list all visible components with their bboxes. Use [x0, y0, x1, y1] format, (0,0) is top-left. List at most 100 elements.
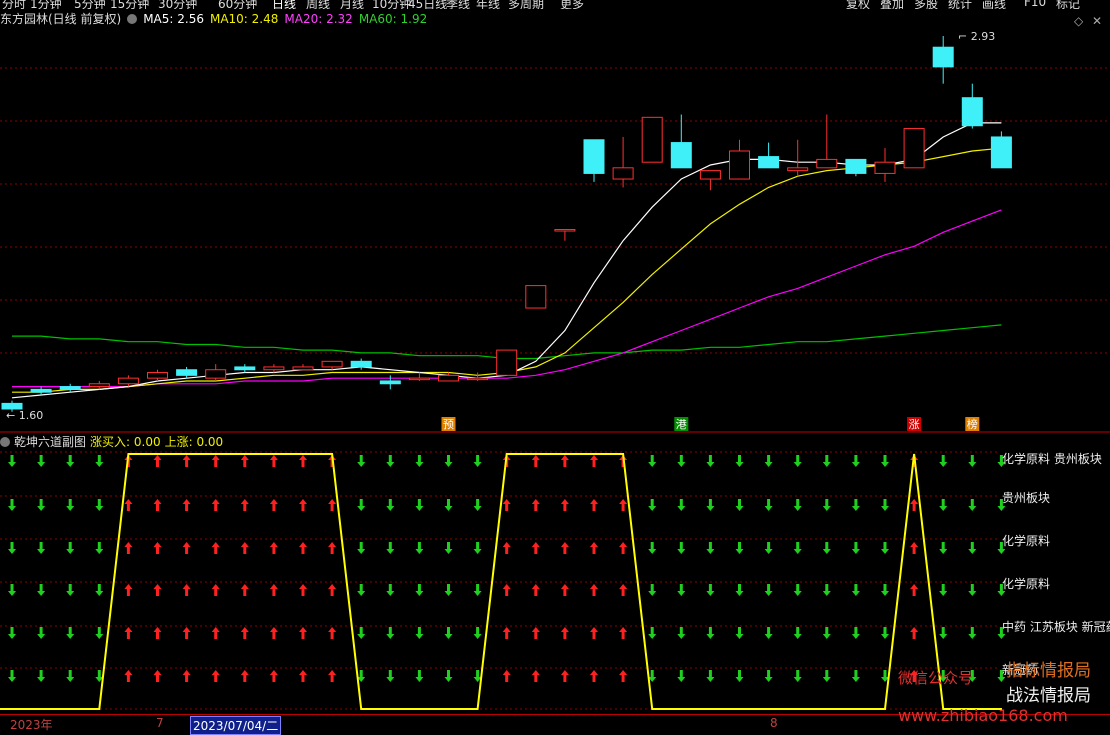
event-marker-label: 预: [443, 418, 454, 431]
down-arrow-icon: [793, 670, 802, 682]
period-tab[interactable]: 周线: [306, 0, 330, 9]
up-arrow-icon: [560, 499, 569, 511]
down-arrow-icon: [793, 542, 802, 554]
up-arrow-icon: [328, 670, 337, 682]
period-tab[interactable]: 年线: [476, 0, 500, 9]
down-arrow-icon: [648, 542, 657, 554]
down-arrow-icon: [793, 455, 802, 467]
candle: [59, 383, 81, 393]
up-arrow-icon: [502, 499, 511, 511]
up-arrow-icon: [211, 455, 220, 467]
candle-body: [729, 150, 750, 180]
period-tab[interactable]: 分时: [2, 0, 26, 9]
up-arrow-icon: [502, 627, 511, 639]
settings-circle-icon[interactable]: [127, 14, 138, 24]
up-arrow-icon: [153, 455, 162, 467]
period-tab[interactable]: 多周期: [508, 0, 544, 9]
candle: [292, 364, 314, 371]
down-arrow-icon: [735, 627, 744, 639]
up-arrow-icon: [910, 584, 919, 596]
down-arrow-icon: [677, 499, 686, 511]
candle: [816, 114, 838, 169]
candle: [379, 375, 401, 390]
down-arrow-icon: [415, 670, 424, 682]
candle-body: [699, 170, 721, 180]
candle: [438, 372, 459, 382]
down-arrow-icon: [8, 627, 16, 639]
event-marker-label: 港: [676, 418, 687, 431]
up-arrow-icon: [531, 542, 540, 554]
candle-body: [990, 136, 1012, 169]
sector-label: 化学原料 贵州板块: [1002, 452, 1102, 466]
toolbar-button[interactable]: 统计: [948, 0, 972, 9]
down-arrow-icon: [444, 542, 453, 554]
period-tab[interactable]: 10分钟: [372, 0, 411, 9]
toolbar-button[interactable]: 叠加: [880, 0, 904, 9]
stock-name[interactable]: 东方园林(日线 前复权): [0, 12, 121, 26]
up-arrow-icon: [211, 670, 220, 682]
period-tab[interactable]: 日线: [272, 0, 296, 9]
down-arrow-icon: [66, 455, 75, 467]
up-arrow-icon: [328, 627, 337, 639]
period-tab[interactable]: 更多: [560, 0, 584, 9]
watermark-wechat: 微信公众号: [898, 669, 974, 687]
up-arrow-icon: [182, 670, 191, 682]
period-tab[interactable]: 1分钟: [30, 0, 62, 9]
chart-canvas[interactable]: 预 港 涨 榜 ⌐ 2.93 ← 1.60: [0, 0, 1110, 731]
period-tab[interactable]: 30分钟: [158, 0, 197, 9]
down-arrow-icon: [822, 627, 831, 639]
up-arrow-icon: [299, 627, 307, 639]
month-7-label: 7: [156, 716, 164, 730]
period-tab[interactable]: 60分钟: [218, 0, 257, 9]
candle-body: [903, 128, 925, 169]
down-arrow-icon: [8, 542, 16, 554]
down-arrow-icon: [677, 584, 686, 596]
down-arrow-icon: [706, 584, 715, 596]
down-arrow-icon: [415, 542, 424, 554]
down-arrow-icon: [939, 584, 948, 596]
period-tab[interactable]: 45日线: [408, 0, 447, 9]
sub-chart-title[interactable]: 乾坤六道副图: [14, 435, 86, 449]
event-marker-label: 涨: [909, 418, 920, 431]
down-arrow-icon: [37, 584, 46, 596]
down-arrow-icon: [95, 499, 104, 511]
down-arrow-icon: [357, 499, 366, 511]
toolbar-button[interactable]: F10: [1024, 0, 1046, 9]
candle: [467, 372, 489, 381]
down-arrow-icon: [648, 499, 657, 511]
candle: [758, 142, 780, 169]
close-icon[interactable]: ✕: [1092, 14, 1102, 28]
settings-circle-icon[interactable]: [0, 437, 10, 447]
up-arrow-icon: [153, 499, 162, 511]
diamond-icon[interactable]: ◇: [1074, 14, 1083, 28]
down-arrow-icon: [735, 670, 744, 682]
down-arrow-icon: [648, 627, 657, 639]
down-arrow-icon: [677, 627, 686, 639]
up-arrow-icon: [531, 627, 540, 639]
down-arrow-icon: [386, 455, 395, 467]
down-arrow-icon: [851, 499, 860, 511]
up-arrow-icon: [182, 499, 191, 511]
period-tab[interactable]: 5分钟: [74, 0, 106, 9]
up-arrow-icon: [269, 542, 278, 554]
down-arrow-icon: [735, 542, 744, 554]
candle-body: [292, 366, 314, 371]
down-arrow-icon: [95, 584, 104, 596]
toolbar-button[interactable]: 多股: [914, 0, 938, 9]
period-tab[interactable]: 季线: [446, 0, 470, 9]
period-tab[interactable]: 月线: [340, 0, 364, 9]
down-arrow-icon: [735, 455, 744, 467]
toolbar-button[interactable]: 标记: [1056, 0, 1080, 9]
candle-body: [350, 360, 372, 368]
down-arrow-icon: [473, 499, 482, 511]
toolbar-button[interactable]: 画线: [982, 0, 1006, 9]
sector-label: 化学原料: [1002, 577, 1051, 591]
period-tab[interactable]: 15分钟: [110, 0, 149, 9]
up-arrow-icon: [153, 627, 162, 639]
candle-body: [205, 369, 227, 379]
candle-body: [496, 349, 518, 376]
down-arrow-icon: [37, 542, 46, 554]
up-arrow-icon: [531, 499, 540, 511]
toolbar-button[interactable]: 复权: [846, 0, 870, 9]
candle-body: [932, 46, 954, 68]
